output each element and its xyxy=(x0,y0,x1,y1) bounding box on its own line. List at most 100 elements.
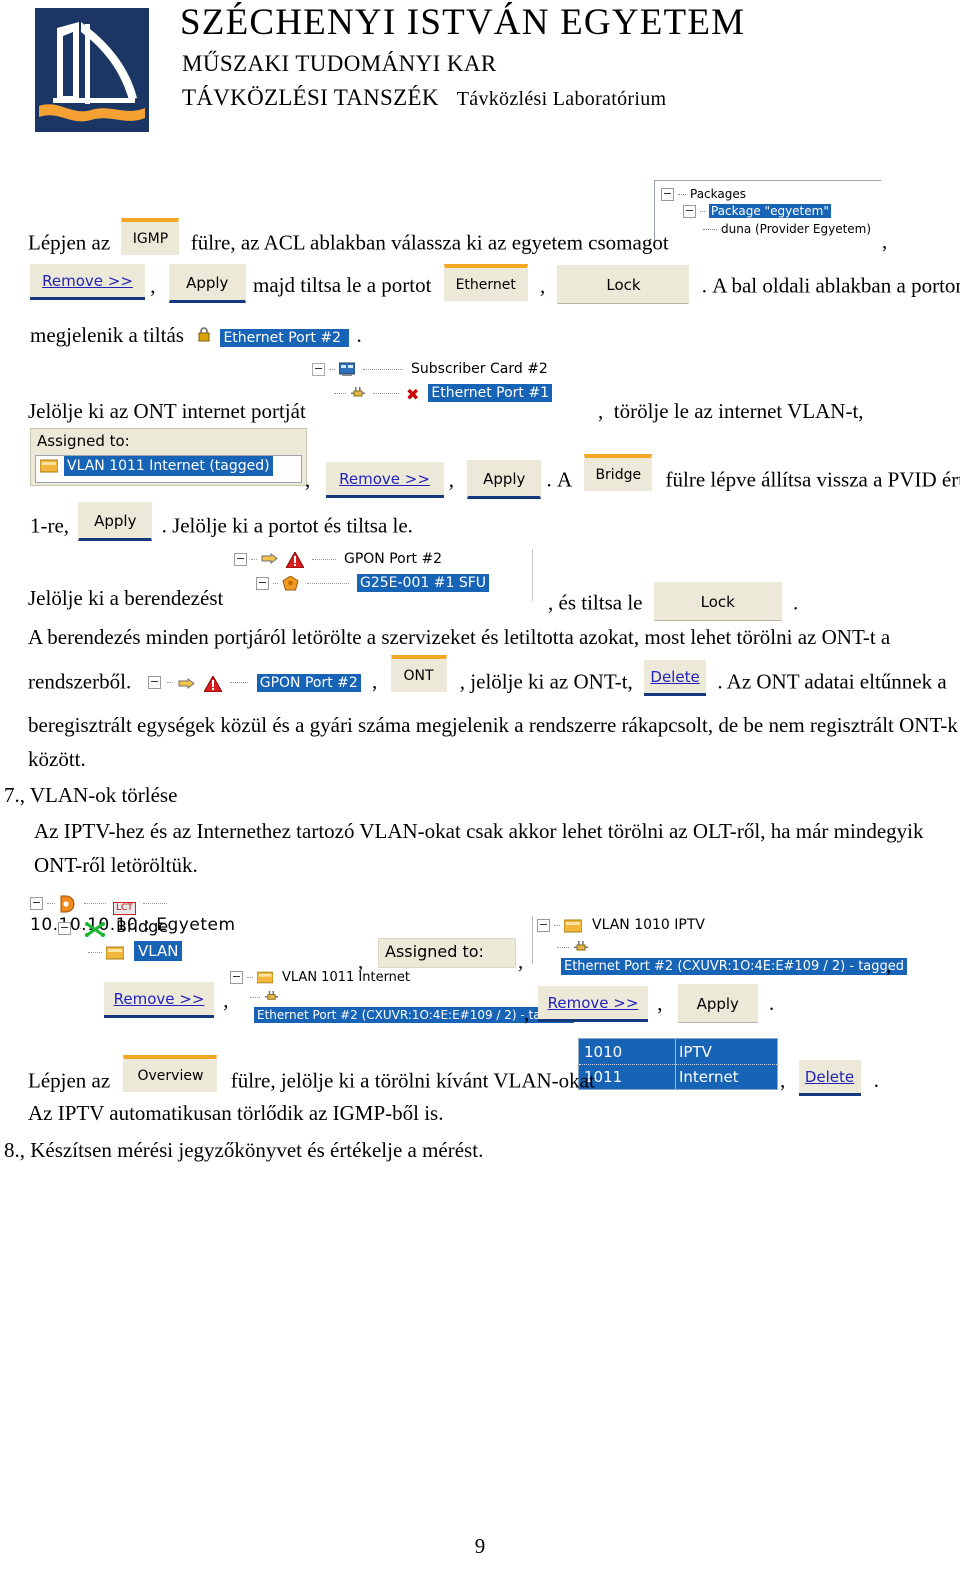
igmp-tab-label: IGMP xyxy=(132,231,169,247)
table-row[interactable]: 1010 IPTV xyxy=(579,1039,777,1065)
table-row[interactable]: 1011 Internet xyxy=(579,1064,777,1089)
vlan-id-cell: 1010 xyxy=(584,1043,623,1061)
step6-line1: Lépjen az IGMP fülre, az ACL ablakban vá… xyxy=(28,218,669,263)
faculty-name: MŰSZAKI TUDOMÁNYI KAR xyxy=(182,51,497,76)
apply-button[interactable]: Apply xyxy=(168,264,246,303)
ethernet-port-icon xyxy=(264,990,279,1008)
assigned-to-panel: Assigned to: VLAN 1011 Internet (tagged) xyxy=(30,428,307,486)
line7-text-a: Jelölje ki a berendezést xyxy=(28,586,224,610)
line7-period: . xyxy=(792,590,799,615)
subscriber-card-tree-screenshot: Subscriber Card #2 ✖ Ethernet Port #1 xyxy=(312,360,584,412)
step7-table-trailer: , Delete . xyxy=(780,1060,879,1100)
g25e-sfu-row[interactable]: G25E-001 #1 SFU xyxy=(256,573,490,594)
remove-button-3[interactable]: Remove >> xyxy=(104,982,214,1018)
gpon-tree-inline-screenshot: GPON Port #2 xyxy=(148,667,361,698)
assigned-to-panel-2: Assigned to: xyxy=(378,938,516,968)
vlan-1010-child-label: Ethernet Port #2 (CXUVR:1O:4E:E#109 / 2)… xyxy=(564,959,905,974)
apply-button-label: Apply xyxy=(186,274,229,292)
line1-text-b: fülre, az ACL ablakban válassza ki az eg… xyxy=(190,230,669,255)
remove-button-2-label: Remove >> xyxy=(339,469,430,488)
subscriber-card-row[interactable]: Subscriber Card #2 xyxy=(312,360,548,379)
collapse-toggle-icon[interactable] xyxy=(230,970,243,984)
collapse-toggle-icon[interactable] xyxy=(312,363,325,376)
vlan-1011-tagged-node[interactable]: VLAN 1011 Internet (tagged) xyxy=(64,456,273,477)
collapse-toggle-icon[interactable] xyxy=(58,921,71,935)
vlan-folder-icon xyxy=(39,459,59,478)
line3-period: . xyxy=(356,323,362,347)
step7-heading: 7., VLAN-ok törlése xyxy=(4,783,178,807)
g25e-sfu-node[interactable]: G25E-001 #1 SFU xyxy=(357,574,490,593)
line7-text-b: , és tiltsa le xyxy=(548,590,643,615)
apply-button-4[interactable]: Apply xyxy=(677,984,758,1023)
apply-button-4-label: Apply xyxy=(696,995,739,1013)
duna-provider-label: duna (Provider Egyetem) xyxy=(721,222,872,236)
collapse-toggle-icon[interactable] xyxy=(256,577,269,590)
igmp-tab[interactable]: IGMP xyxy=(121,218,180,255)
vlan-1011-child-row[interactable]: Ethernet Port #2 (CXUVR:1O:4E:E#109 / 2)… xyxy=(250,988,574,1024)
vlan-1010-row[interactable]: VLAN 1010 IPTV xyxy=(537,916,705,935)
vlan-1010-child-row[interactable]: Ethernet Port #2 (CXUVR:1O:4E:E#109 / 2)… xyxy=(557,938,908,975)
laboratory-name: Távközlési Laboratórium xyxy=(456,88,667,110)
collapse-toggle-icon[interactable] xyxy=(537,919,550,932)
step6-line9: rendszerből. GPON Port #2 , ONT , jelölj… xyxy=(28,655,947,702)
apply-button-3[interactable]: Apply xyxy=(78,502,153,541)
lock-button-2[interactable]: Lock xyxy=(653,582,782,621)
step7-comma-4: , xyxy=(223,987,229,1012)
line1-comma: , xyxy=(882,229,888,253)
ethernet-tab[interactable]: Ethernet xyxy=(443,264,528,301)
bridge-tab[interactable]: Bridge xyxy=(584,454,653,491)
remove-button-4[interactable]: Remove >> xyxy=(538,985,648,1022)
step7-remove-apply-row: Remove >> , Apply . xyxy=(538,984,774,1025)
package-egyetem-label[interactable]: Package "egyetem" xyxy=(709,204,831,218)
line3-text: megjelenik a tiltás xyxy=(30,323,184,347)
collapse-toggle-icon[interactable] xyxy=(148,675,162,689)
collapse-toggle-icon[interactable] xyxy=(30,897,43,910)
warning-triangle-icon xyxy=(203,672,224,698)
subscriber-card-icon xyxy=(338,362,356,381)
line9-comma-1: , xyxy=(372,669,378,694)
vlan-name-cell: Internet xyxy=(679,1068,739,1086)
line2-text-a: majd tiltsa le a portot xyxy=(253,273,432,298)
step6-line10: beregisztrált egységek közül és a gyári … xyxy=(28,713,958,737)
delete-button-2[interactable]: Delete xyxy=(798,1060,861,1096)
vlan-overview-table[interactable]: 1010 IPTV 1011 Internet xyxy=(578,1038,778,1090)
olt-device-icon xyxy=(59,895,77,918)
step6-line7-a: Jelölje ki a berendezést xyxy=(28,585,223,611)
vlan-1010-child-node[interactable]: Ethernet Port #2 (CXUVR:1O:4E:E#109 / 2)… xyxy=(561,958,908,975)
ethernet-port-1-label: Ethernet Port #1 xyxy=(431,385,550,402)
collapse-toggle-icon[interactable] xyxy=(234,553,247,566)
vlan-folder-icon xyxy=(563,919,583,938)
packages-root-row[interactable]: Packages xyxy=(661,185,746,203)
package-egyetem-row[interactable]: Package "egyetem" xyxy=(683,202,831,220)
duna-provider-row[interactable]: duna (Provider Egyetem) xyxy=(703,220,871,238)
ont-tab[interactable]: ONT xyxy=(390,655,447,692)
line6-text-a: 1-re, xyxy=(30,513,70,538)
bridge-icon xyxy=(85,921,105,941)
gpon-port-2-row[interactable]: GPON Port #2 xyxy=(234,549,442,570)
remove-button[interactable]: Remove >> xyxy=(30,263,145,300)
gpon-tree-screenshot: GPON Port #2 G25E-001 #1 SFU xyxy=(232,549,533,601)
apply-button-2[interactable]: Apply xyxy=(467,460,542,499)
vlan-1011-row[interactable]: VLAN 1011 Internet xyxy=(230,968,410,986)
gpon-port-2-node[interactable]: GPON Port #2 xyxy=(256,674,361,692)
vlan-node-label: VLAN xyxy=(138,942,179,960)
bridge-row[interactable]: Bridge xyxy=(58,917,168,938)
lock-button[interactable]: Lock xyxy=(557,265,690,304)
remove-button-2[interactable]: Remove >> xyxy=(325,461,444,498)
step6-line6: 1-re, Apply . Jelölje ki a portot és til… xyxy=(30,502,413,547)
university-logo-icon xyxy=(33,6,151,134)
packages-root-label: Packages xyxy=(690,187,746,201)
collapse-toggle-icon[interactable] xyxy=(683,204,696,218)
overview-tab[interactable]: Overview xyxy=(123,1055,218,1092)
university-name: SZÉCHENYI ISTVÁN EGYETEM xyxy=(180,2,746,43)
lock-badge-icon xyxy=(197,322,211,348)
remove-button-label: Remove >> xyxy=(42,271,133,290)
ethernet-port-2-node[interactable]: Ethernet Port #2 xyxy=(220,329,349,347)
delete-button[interactable]: Delete xyxy=(644,659,707,696)
collapse-toggle-icon[interactable] xyxy=(661,187,674,201)
ethernet-port-1-row[interactable]: ✖ Ethernet Port #1 xyxy=(334,384,553,404)
vlan-row[interactable]: VLAN xyxy=(88,941,183,962)
bridge-label: Bridge xyxy=(116,917,169,936)
ethernet-port-1-node[interactable]: Ethernet Port #1 xyxy=(428,384,553,403)
vlan-node[interactable]: VLAN xyxy=(134,941,183,961)
